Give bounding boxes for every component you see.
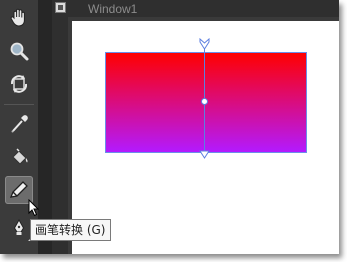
tool-tooltip: 画笔转换 (G) (30, 219, 112, 241)
eyedropper-icon (11, 115, 28, 133)
window-title: Window1 (88, 2, 138, 16)
mouse-cursor-icon (28, 199, 40, 217)
toolbar-separator (4, 104, 34, 105)
eyedropper-tool-button[interactable] (5, 110, 33, 138)
app-frame: Window1 画笔转换 (G) (0, 0, 339, 254)
magnifier-icon (10, 42, 29, 61)
gradient-center-handle[interactable] (201, 98, 208, 105)
gradient-top-handle-icon[interactable] (199, 38, 210, 50)
paint-bucket-icon (12, 148, 28, 165)
transform-tool-button[interactable] (5, 70, 33, 98)
pen-nib-icon (13, 218, 25, 235)
hand-icon (10, 8, 25, 27)
document-strip (38, 0, 52, 254)
fill-tool-button[interactable] (5, 143, 33, 171)
window-close-box[interactable] (55, 2, 66, 13)
pen-tool-button[interactable] (5, 214, 33, 242)
zoom-tool-button[interactable] (5, 37, 33, 65)
gradient-bottom-handle-icon[interactable] (199, 150, 210, 160)
hand-tool-button[interactable] (5, 3, 33, 31)
rotate-icon (10, 75, 28, 93)
